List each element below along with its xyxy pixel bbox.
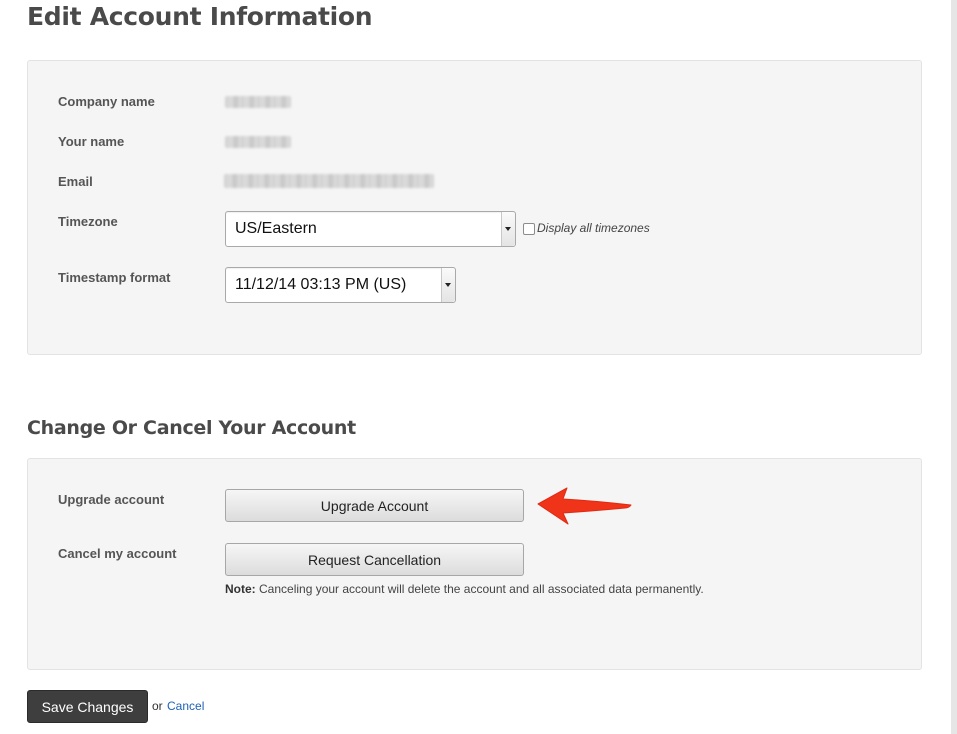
request-cancellation-button[interactable]: Request Cancellation bbox=[225, 543, 524, 576]
save-changes-button[interactable]: Save Changes bbox=[27, 690, 148, 723]
display-all-timezones-checkbox[interactable] bbox=[523, 223, 535, 235]
page-title: Edit Account Information bbox=[27, 2, 373, 31]
or-text: or bbox=[152, 699, 163, 713]
timezone-select-value: US/Eastern bbox=[235, 220, 317, 237]
chevron-down-icon bbox=[505, 227, 511, 231]
your-name-label: Your name bbox=[58, 134, 125, 149]
company-name-value bbox=[225, 96, 291, 108]
display-all-timezones-label[interactable]: Display all timezones bbox=[537, 221, 650, 235]
scrollbar-edge[interactable] bbox=[951, 0, 957, 734]
cancel-account-label: Cancel my account bbox=[58, 546, 177, 561]
account-info-panel bbox=[27, 60, 922, 355]
timestamp-format-value: 11/12/14 03:13 PM (US) bbox=[235, 276, 407, 293]
timezone-select-arrow bbox=[501, 212, 515, 246]
timezone-label: Timezone bbox=[58, 214, 118, 229]
timezone-select[interactable]: US/Eastern bbox=[225, 211, 516, 247]
chevron-down-icon bbox=[445, 283, 451, 287]
edit-account-page: Edit Account Information Company name Yo… bbox=[0, 0, 957, 734]
timestamp-format-select[interactable]: 11/12/14 03:13 PM (US) bbox=[225, 267, 456, 303]
company-name-label: Company name bbox=[58, 94, 155, 109]
your-name-value bbox=[225, 136, 291, 148]
cancel-link[interactable]: Cancel bbox=[167, 699, 204, 713]
upgrade-account-label: Upgrade account bbox=[58, 492, 165, 507]
timestamp-format-arrow bbox=[441, 268, 455, 302]
timestamp-format-label: Timestamp format bbox=[58, 270, 171, 285]
note-prefix: Note: bbox=[225, 582, 256, 596]
cancellation-note: Note: Canceling your account will delete… bbox=[225, 582, 704, 596]
upgrade-account-button[interactable]: Upgrade Account bbox=[225, 489, 524, 522]
email-label: Email bbox=[58, 174, 93, 189]
change-cancel-title: Change Or Cancel Your Account bbox=[27, 417, 356, 439]
arrow-left-icon bbox=[537, 487, 632, 525]
note-text: Canceling your account will delete the a… bbox=[255, 582, 704, 596]
email-value bbox=[224, 174, 434, 188]
